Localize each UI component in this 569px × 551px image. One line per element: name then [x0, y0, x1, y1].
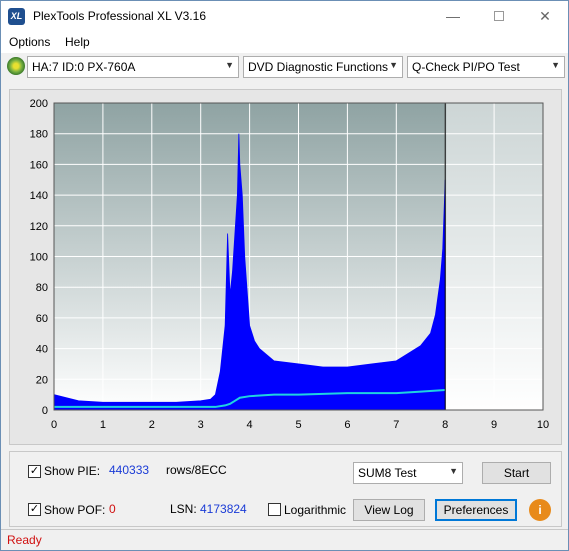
- x-tick-label: 4: [247, 419, 253, 431]
- function-select-value: DVD Diagnostic Functions: [248, 60, 389, 74]
- info-icon: i: [538, 503, 542, 517]
- minimize-button[interactable]: —: [430, 1, 476, 31]
- status-bar: Ready: [1, 529, 568, 550]
- app-logo-icon: XL: [8, 8, 25, 25]
- show-pof-checkbox[interactable]: ✓: [28, 503, 41, 516]
- status-text: Ready: [7, 533, 42, 547]
- minimize-icon: —: [446, 8, 460, 24]
- lsn-label: LSN:: [170, 502, 197, 516]
- x-tick-label: 7: [393, 419, 399, 431]
- show-pof-label: Show POF:: [44, 503, 106, 517]
- y-tick-label: 0: [42, 405, 48, 417]
- show-pie-checkbox[interactable]: ✓: [28, 465, 41, 478]
- start-button[interactable]: Start: [482, 462, 551, 484]
- logarithmic-label: Logarithmic: [284, 503, 347, 517]
- y-tick-label: 180: [30, 129, 48, 141]
- x-tick-label: 9: [491, 419, 497, 431]
- logarithmic-checkbox[interactable]: [268, 503, 281, 516]
- close-icon: ✕: [539, 7, 551, 24]
- pof-value: 0: [109, 502, 116, 516]
- pi-po-chart: 0 20 40 60 80 100 120 140 160 180 200 0 1 2 3 4 5 6 7 8 9 10: [30, 98, 549, 431]
- view-log-button[interactable]: View Log: [353, 499, 425, 521]
- x-tick-label: 2: [149, 419, 155, 431]
- app-window: XL PlexTools Professional XL V3.16 — ✕ O…: [0, 0, 569, 551]
- y-tick-label: 140: [30, 190, 48, 202]
- pie-value: 440333: [109, 463, 150, 477]
- pie-unit: rows/8ECC: [166, 463, 227, 477]
- control-panel: ✓ Show PIE: 440333 rows/8ECC ✓ Show POF:…: [9, 451, 562, 527]
- test-select[interactable]: Q-Check PI/PO Test ▼: [407, 56, 565, 78]
- chevron-down-icon: ▼: [225, 60, 234, 70]
- y-tick-label: 20: [36, 374, 48, 386]
- x-tick-label: 8: [442, 419, 448, 431]
- sum8-test-select[interactable]: SUM8 Test ▼: [353, 462, 463, 484]
- chart-panel: 0 20 40 60 80 100 120 140 160 180 200 0 1 2 3 4 5 6 7 8 9 10: [9, 89, 562, 445]
- info-button[interactable]: i: [529, 499, 551, 521]
- y-tick-label: 40: [36, 344, 48, 356]
- x-tick-label: 5: [295, 419, 301, 431]
- x-tick-label: 0: [51, 419, 57, 431]
- drive-select-value: HA:7 ID:0 PX-760A: [32, 60, 136, 74]
- chevron-down-icon: ▼: [551, 60, 560, 70]
- window-title: PlexTools Professional XL V3.16: [33, 9, 206, 23]
- y-tick-label: 100: [30, 252, 48, 264]
- y-tick-label: 200: [30, 98, 48, 110]
- maximize-button[interactable]: [476, 1, 522, 31]
- drive-select[interactable]: HA:7 ID:0 PX-760A ▼: [27, 56, 239, 78]
- unscanned-region: [446, 103, 543, 410]
- x-tick-label: 3: [198, 419, 204, 431]
- preferences-button[interactable]: Preferences: [435, 499, 517, 521]
- sum8-test-value: SUM8 Test: [358, 466, 417, 480]
- close-button[interactable]: ✕: [522, 1, 568, 31]
- menu-help[interactable]: Help: [65, 35, 90, 49]
- menu-options[interactable]: Options: [9, 35, 50, 49]
- y-tick-label: 80: [36, 282, 48, 294]
- function-select[interactable]: DVD Diagnostic Functions ▼: [243, 56, 403, 78]
- title-bar: XL PlexTools Professional XL V3.16 — ✕: [1, 1, 568, 31]
- y-tick-label: 120: [30, 221, 48, 233]
- y-tick-label: 60: [36, 313, 48, 325]
- y-tick-label: 160: [30, 159, 48, 171]
- test-select-value: Q-Check PI/PO Test: [412, 60, 520, 74]
- toolbar: HA:7 ID:0 PX-760A ▼ DVD Diagnostic Funct…: [1, 53, 568, 81]
- x-tick-label: 1: [100, 419, 106, 431]
- x-tick-label: 6: [344, 419, 350, 431]
- maximize-icon: [494, 11, 504, 21]
- chevron-down-icon: ▼: [449, 466, 458, 476]
- show-pie-label: Show PIE:: [44, 464, 101, 478]
- lsn-value: 4173824: [200, 502, 247, 516]
- x-tick-label: 10: [537, 419, 549, 431]
- chevron-down-icon: ▼: [389, 60, 398, 70]
- menu-bar: Options Help: [1, 31, 568, 53]
